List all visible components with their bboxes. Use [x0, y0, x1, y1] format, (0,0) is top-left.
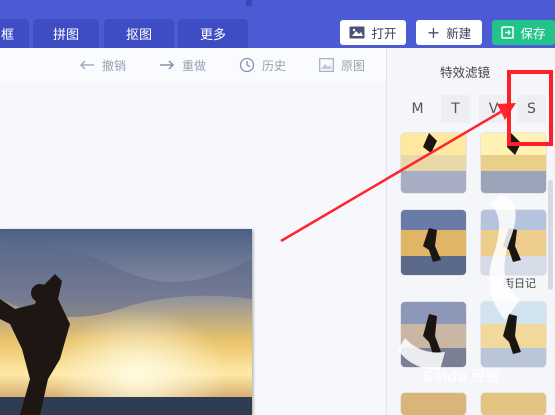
watermark-text: Baidu 经验 [422, 369, 500, 385]
highlight-box [507, 70, 553, 146]
annotation-overlay [280, 103, 520, 370]
annotation-arrow [280, 108, 505, 243]
watermark-stroke [489, 195, 520, 320]
